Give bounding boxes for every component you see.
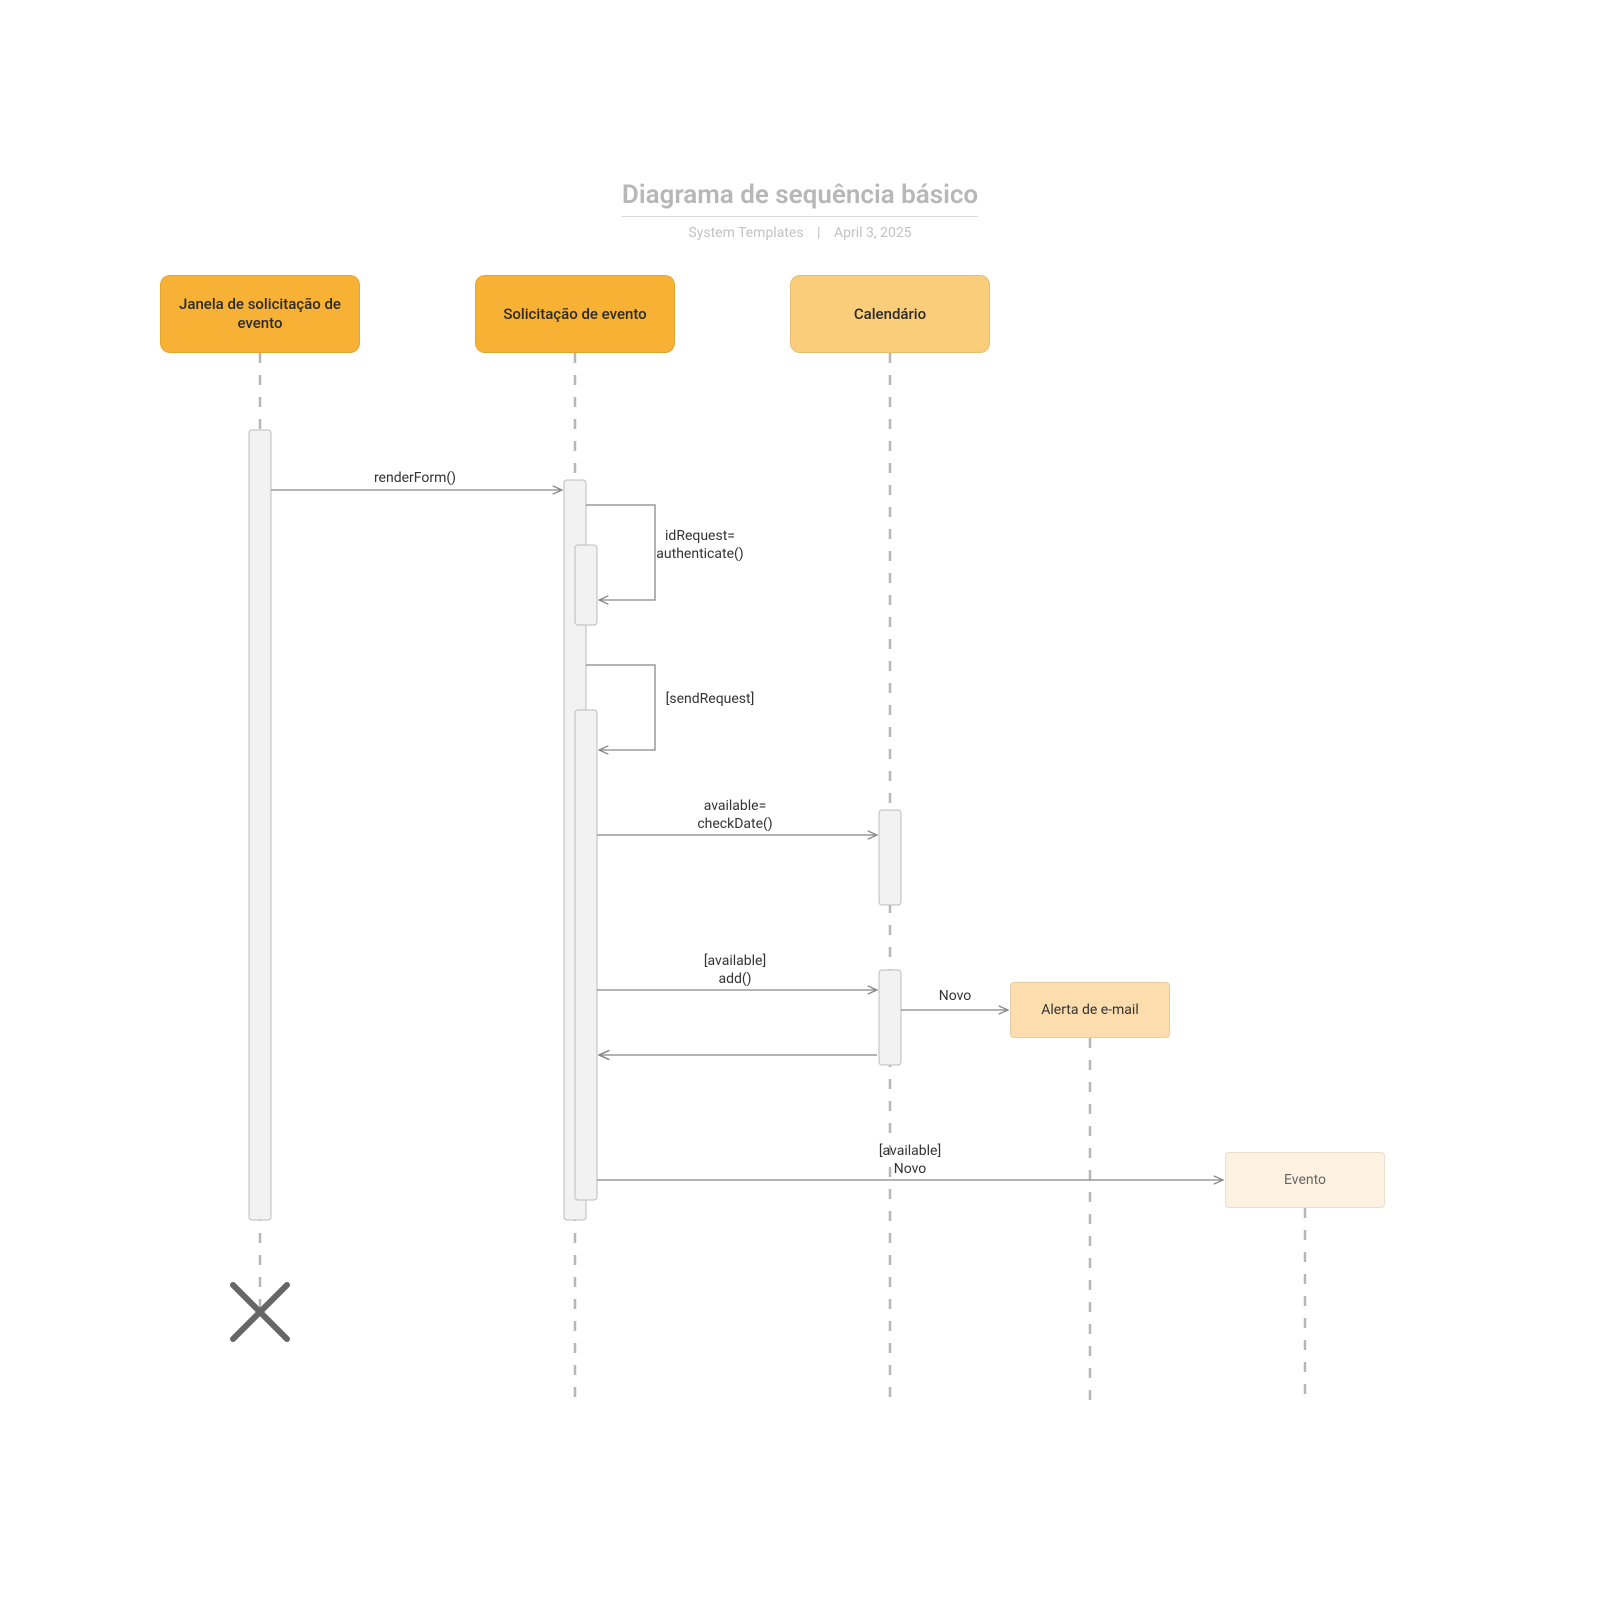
title-block: Diagrama de sequência básico System Temp…: [622, 180, 978, 241]
created-object-email-alert: Alerta de e-mail: [1010, 982, 1170, 1038]
msg-novo-evento-l1: [available]: [879, 1143, 941, 1159]
date-label: April 3, 2025: [834, 225, 912, 241]
participant-label: Solicitação de evento: [503, 305, 646, 324]
activation-p3-add: [879, 970, 901, 1065]
separator: |: [817, 225, 820, 241]
msg-auth-l1: idRequest=: [665, 528, 735, 544]
msg-auth-l2: authenticate(): [656, 546, 743, 562]
msg-renderform-label: renderForm(): [374, 470, 456, 486]
msg-checkdate-l1: available=: [704, 798, 767, 814]
participant-event-window: Janela de solicitação de evento: [160, 275, 360, 353]
participant-label: Calendário: [854, 305, 926, 324]
destroy-icon: [233, 1285, 287, 1339]
msg-checkdate-l2: checkDate(): [697, 816, 772, 832]
participant-calendar: Calendário: [790, 275, 990, 353]
activation-p2-send: [575, 710, 597, 1200]
activation-p1: [249, 430, 271, 1220]
msg-novo-email-label: Novo: [939, 988, 972, 1004]
participant-label: Janela de solicitação de evento: [171, 295, 349, 333]
diagram-title: Diagrama de sequência básico: [622, 180, 978, 217]
activation-p3-check: [879, 810, 901, 905]
diagram-subtitle: System Templates | April 3, 2025: [622, 225, 978, 241]
activation-p2-auth: [575, 545, 597, 625]
diagram-canvas: Diagrama de sequência básico System Temp…: [0, 0, 1600, 1600]
object-label: Alerta de e-mail: [1041, 1002, 1139, 1018]
object-label: Evento: [1284, 1172, 1326, 1188]
participant-event-request: Solicitação de evento: [475, 275, 675, 353]
msg-novo-evento-l2: Novo: [894, 1161, 927, 1177]
msg-add-l2: add(): [718, 971, 751, 987]
msg-sendrequest: [586, 665, 655, 750]
msg-add-l1: [available]: [704, 953, 766, 969]
activation-p2-outer: [564, 480, 586, 1220]
created-object-evento: Evento: [1225, 1152, 1385, 1208]
msg-authenticate: [586, 505, 655, 600]
author-label: System Templates: [688, 225, 803, 241]
msg-sendrequest-label: [sendRequest]: [666, 691, 755, 707]
